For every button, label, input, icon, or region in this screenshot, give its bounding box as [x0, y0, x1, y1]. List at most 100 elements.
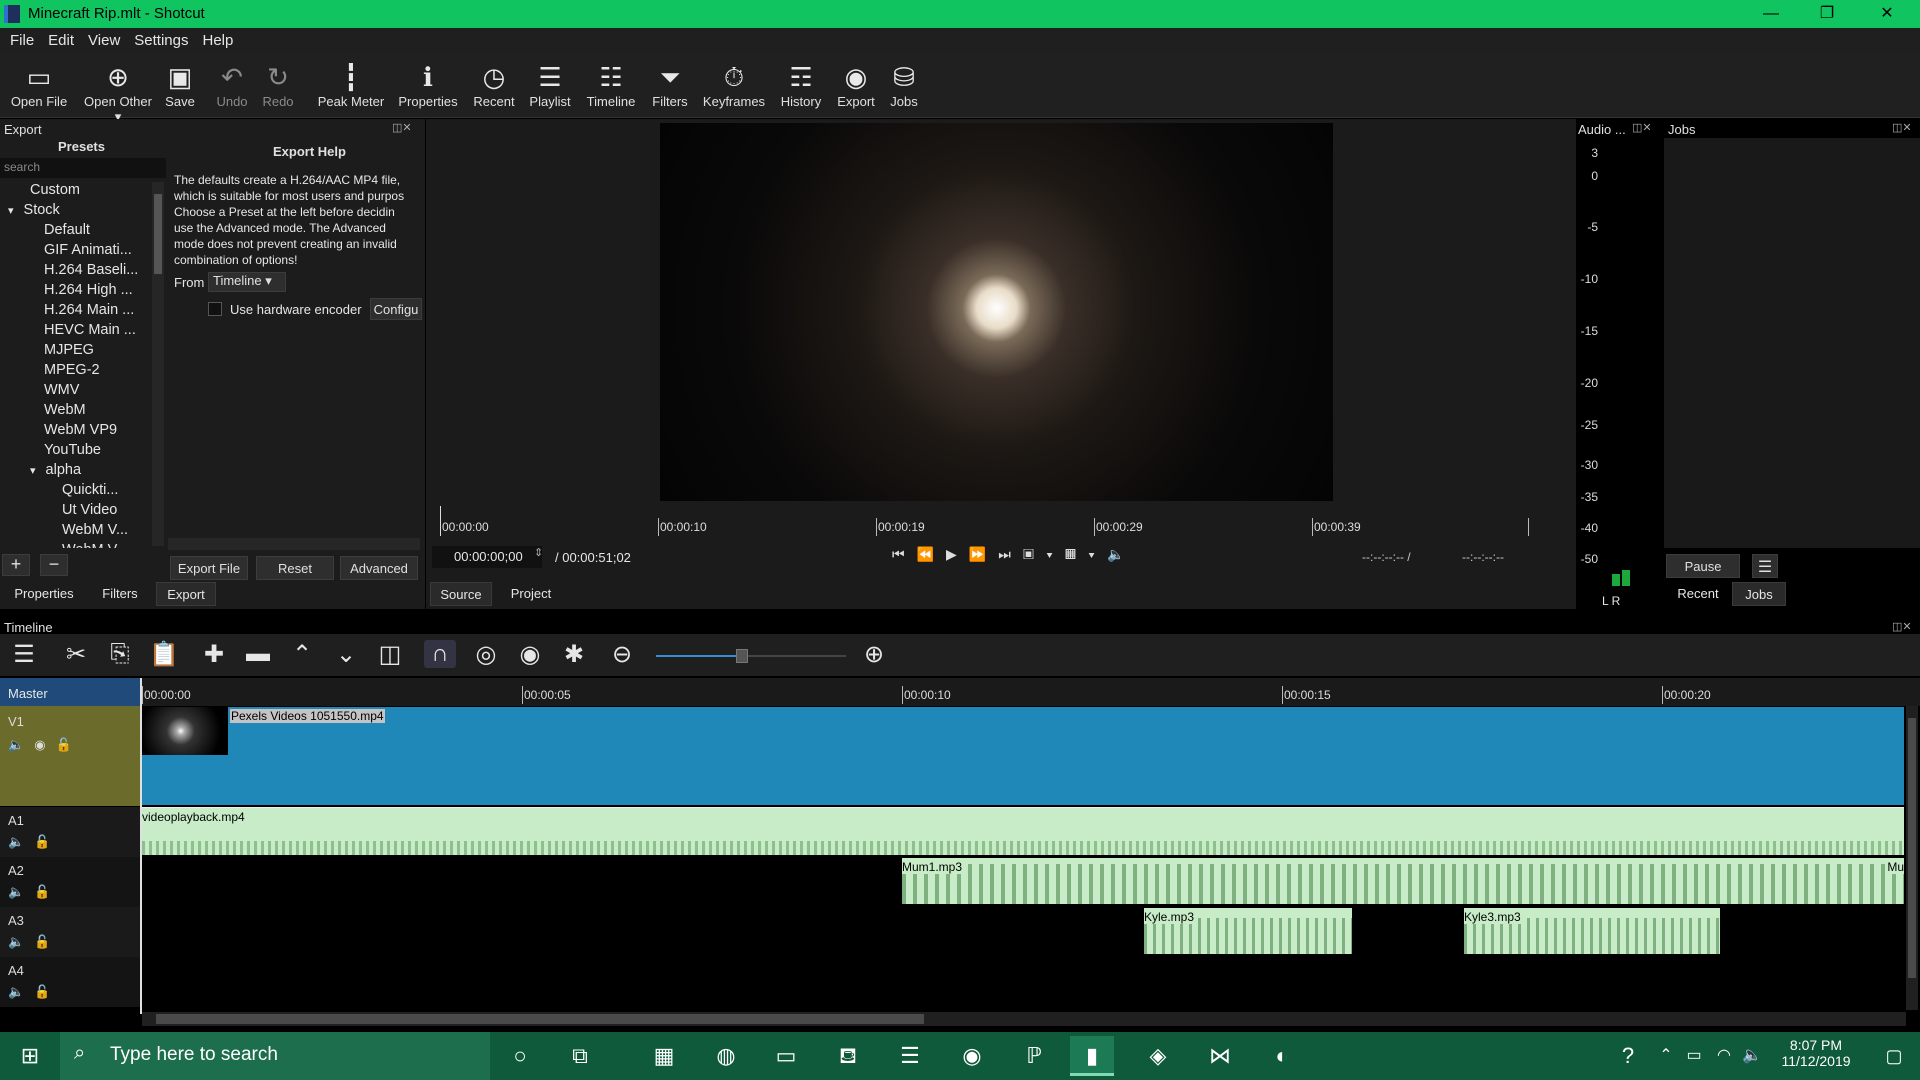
preset-item[interactable]: H.264 High ... [0, 280, 150, 300]
mute-icon[interactable]: 🔈 [8, 984, 34, 999]
track-header-a3[interactable]: A3 🔈🔓 [0, 907, 140, 957]
books-icon[interactable]: ☰ [888, 1036, 932, 1076]
eye-icon[interactable]: ◉ [34, 737, 55, 752]
preset-item[interactable]: Ut Video [0, 500, 150, 520]
expand-arrow-icon[interactable]: ▾ [8, 205, 14, 217]
discord-icon[interactable]: ◈ [1136, 1036, 1180, 1076]
lock-icon[interactable]: 🔓 [34, 934, 60, 949]
tab-project[interactable]: Project [500, 582, 562, 606]
tab-recent[interactable]: Recent [1666, 582, 1730, 606]
open-file-button[interactable]: ▭ Open File [8, 60, 70, 109]
firefox-icon[interactable]: ◍ [704, 1036, 748, 1076]
jobs-menu-icon[interactable]: ☰ [1752, 554, 1778, 578]
mute-icon[interactable]: 🔈 [8, 834, 34, 849]
lock-icon[interactable]: 🔓 [34, 984, 60, 999]
copy-icon[interactable]: ⎘ [104, 640, 136, 668]
master-track[interactable]: Master [0, 678, 140, 706]
preset-item[interactable]: ▾ Stock [0, 200, 150, 220]
file-explorer-icon[interactable]: ▭ [764, 1036, 808, 1076]
timeline-vscrollbar[interactable] [1906, 706, 1918, 1010]
menu-settings[interactable]: Settings [124, 28, 192, 49]
pause-button[interactable]: Pause [1666, 554, 1740, 578]
expand-arrow-icon[interactable]: ▾ [30, 465, 36, 477]
remove-icon[interactable]: ▬ [242, 640, 274, 668]
preset-item[interactable]: H.264 Main ... [0, 300, 150, 320]
track-header-a4[interactable]: A4 🔈🔓 [0, 957, 140, 1007]
preset-item[interactable]: MJPEG [0, 340, 150, 360]
dock-buttons[interactable]: ◫✕ [392, 121, 412, 134]
timeline-dock-buttons[interactable]: ◫✕ [1892, 620, 1912, 633]
mute-icon[interactable]: 🔈 [8, 934, 34, 949]
track-header-v1[interactable]: V1 🔈◉🔓 [0, 706, 140, 806]
store-icon[interactable]: ⛾ [826, 1036, 870, 1076]
timeline-playhead[interactable] [140, 678, 142, 1014]
clip-a1[interactable]: videoplayback.mp4 [142, 807, 1904, 855]
mute-icon[interactable]: 🔈 [8, 737, 34, 752]
reset-button[interactable]: Reset [256, 556, 334, 580]
lock-icon[interactable]: 🔓 [34, 884, 60, 899]
track-controls[interactable]: 🔈🔓 [8, 834, 140, 850]
mute-icon[interactable]: 🔈 [8, 884, 34, 899]
timeline-ruler[interactable] [0, 678, 1920, 706]
tab-export[interactable]: Export [156, 582, 216, 606]
cortana-icon[interactable]: ○ [498, 1036, 542, 1076]
lock-icon[interactable]: 🔓 [34, 834, 60, 849]
undo-button[interactable]: ↶ Undo [212, 60, 252, 109]
grid-icon[interactable]: ▦▾ [1065, 546, 1107, 562]
clip-v1[interactable]: Pexels Videos 1051550.mp4 [142, 707, 1904, 805]
help-hscrollbar[interactable] [168, 538, 420, 550]
zoom-icon[interactable]: ▣▾ [1023, 546, 1065, 562]
track-controls[interactable]: 🔈◉🔓 [8, 737, 140, 753]
open-other-button[interactable]: ⊕ Open Other ▾ [80, 60, 156, 125]
cut-icon[interactable]: ✂ [60, 640, 92, 669]
red-app-icon[interactable]: ◉ [950, 1036, 994, 1076]
player-ruler[interactable]: 00:00:00 00:00:10 00:00:19 00:00:29 00:0… [438, 504, 1554, 536]
track-header-a1[interactable]: A1 🔈🔓 [0, 807, 140, 857]
notifications-icon[interactable]: ▢ [1872, 1036, 1916, 1076]
tab-jobs[interactable]: Jobs [1732, 582, 1786, 606]
export-file-button[interactable]: Export File [170, 556, 248, 580]
preset-item[interactable]: GIF Animati... [0, 240, 150, 260]
preset-item[interactable]: MPEG-2 [0, 360, 150, 380]
ripple-all-icon[interactable]: ✱ [558, 640, 590, 669]
preset-item[interactable]: WebM V... [0, 540, 150, 548]
preset-search-input[interactable]: search [0, 158, 166, 178]
scrub-icon[interactable]: ◎ [470, 640, 502, 669]
tab-source[interactable]: Source [430, 582, 492, 606]
task-view-icon[interactable]: ⧉ [558, 1036, 602, 1076]
transport-controls[interactable]: ⏮⏪▶⏩⏭▣▾▦▾🔈 [892, 546, 1136, 563]
clip-a2[interactable]: Mum1.mp3 Mu [902, 858, 1904, 904]
current-time-field[interactable]: 00:00:00;00 [432, 546, 542, 568]
restore-button[interactable]: ❐ [1804, 2, 1850, 26]
track-controls[interactable]: 🔈🔓 [8, 884, 140, 900]
overwrite-icon[interactable]: ⌄ [330, 640, 362, 669]
skip-previous-icon[interactable]: ⏮ [892, 546, 917, 562]
preset-item[interactable]: ▾ alpha [0, 460, 150, 480]
save-button[interactable]: ▣ Save [160, 60, 200, 109]
zoom-out-icon[interactable]: ⊖ [606, 640, 638, 669]
menu-view[interactable]: View [78, 28, 124, 49]
properties-button[interactable]: ℹ Properties [396, 60, 460, 109]
lift-icon[interactable]: ⌃ [286, 640, 318, 669]
lock-icon[interactable]: 🔓 [56, 737, 82, 752]
export-button[interactable]: ◉ Export [834, 60, 878, 109]
from-select[interactable]: Timeline ▾ [208, 272, 286, 292]
playhead[interactable] [440, 506, 441, 536]
pycharm-icon[interactable]: ℙ [1012, 1036, 1056, 1076]
zoom-slider-handle[interactable] [735, 649, 748, 663]
playlist-button[interactable]: ☰ Playlist [526, 60, 574, 109]
peak-meter-button[interactable]: ┇ Peak Meter [314, 60, 388, 109]
minimize-button[interactable]: — [1748, 2, 1794, 26]
timeline-button[interactable]: ☷ Timeline [582, 60, 640, 109]
clip-a3-kyle[interactable]: Kyle.mp3 [1144, 908, 1352, 954]
paste-icon[interactable]: 📋 [148, 640, 180, 669]
preset-scrollbar[interactable] [152, 182, 164, 546]
remove-preset-button[interactable]: − [40, 554, 68, 576]
snap-magnet-icon[interactable]: ∩ [424, 640, 456, 668]
preset-item[interactable]: WMV [0, 380, 150, 400]
track-controls[interactable]: 🔈🔓 [8, 984, 140, 1000]
preset-tree[interactable]: Custom ▾ Stock Default GIF Animati... H.264 B… [0, 180, 150, 548]
taskbar-search[interactable]: ⌕ Type here to search [60, 1032, 490, 1080]
ripple-icon[interactable]: ◉ [514, 640, 546, 669]
menu-file[interactable]: File [0, 28, 38, 49]
